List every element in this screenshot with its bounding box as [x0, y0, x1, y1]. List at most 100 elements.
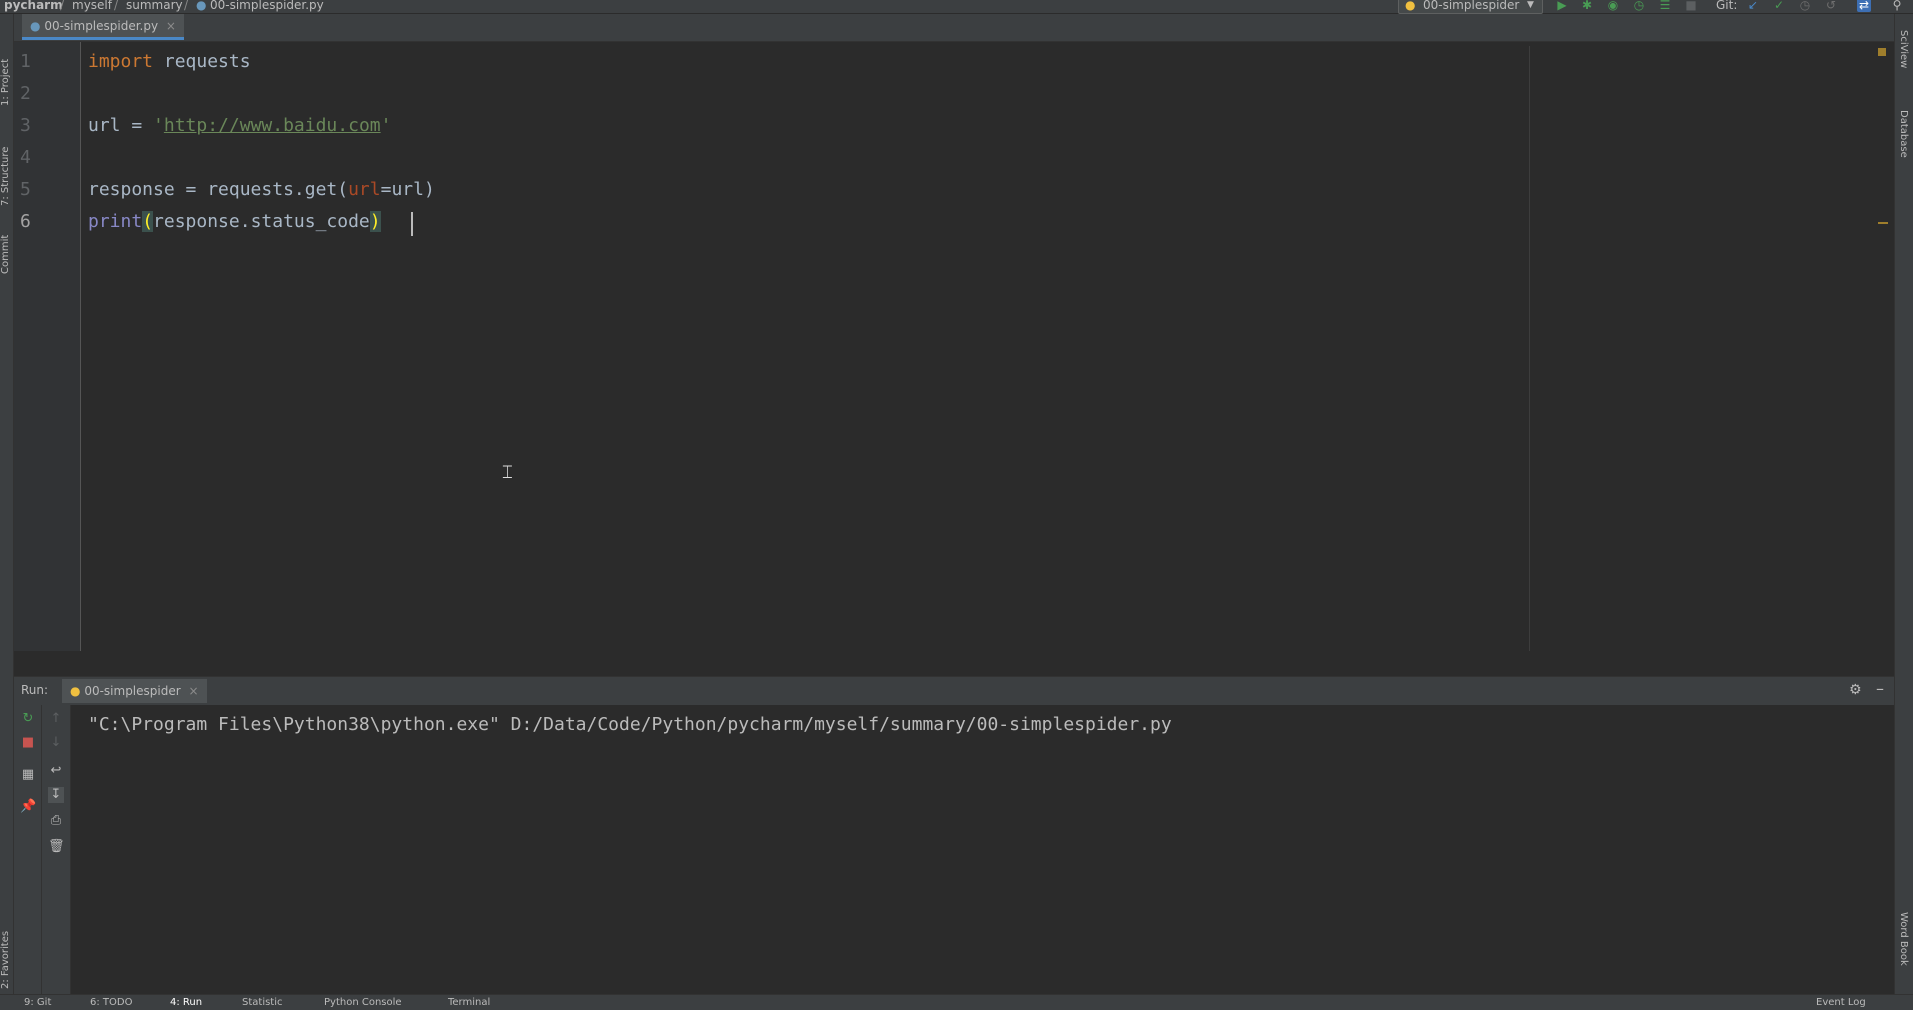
debug-icon[interactable]: ✱ [1580, 0, 1594, 12]
editor-tab-bar: ● 00-simplespider.py × [14, 14, 1894, 42]
python-file-icon: ● [196, 0, 207, 12]
git-history-icon[interactable]: ◷ [1798, 0, 1812, 12]
run-console[interactable]: "C:\Program Files\Python38\python.exe" D… [71, 705, 1894, 994]
right-margin-guide [1529, 46, 1530, 651]
stop-icon[interactable]: ■ [1684, 0, 1698, 12]
python-config-icon: ● [1405, 0, 1416, 12]
editor-tab-label: 00-simplespider.py [44, 19, 159, 33]
mouse-ibeam-cursor-icon: ⌶ [502, 462, 513, 483]
left-tool-strip: 1: Project 7: Structure Commit 2: Favori… [0, 14, 14, 994]
wordbook-tool-button[interactable]: Word Book [1898, 912, 1909, 966]
inspection-status-icon[interactable] [1878, 48, 1886, 56]
bracket-highlight: ) [369, 211, 381, 232]
scrollbar-marker[interactable] [1878, 222, 1888, 224]
breadcrumb-separator: / [184, 0, 189, 12]
string-quote: ' [153, 115, 164, 136]
code-text: =url) [380, 179, 435, 200]
line-number: 2 [20, 83, 31, 104]
run-label: Run: [21, 683, 49, 697]
sciview-tool-button[interactable]: SciView [1898, 30, 1909, 68]
scroll-to-end-icon[interactable]: ↧ [48, 787, 64, 803]
breadcrumb-separator: / [60, 0, 65, 12]
rerun-icon[interactable]: ↻ [20, 711, 36, 727]
stop-icon[interactable]: ■ [20, 735, 36, 751]
run-icon[interactable]: ▶ [1555, 0, 1569, 12]
keyword-import: import [88, 51, 154, 72]
event-log-button[interactable]: Event Log [1816, 997, 1866, 1008]
git-label: Git: [1716, 0, 1738, 12]
gear-icon[interactable]: ⚙ [1849, 682, 1862, 698]
right-tool-strip: SciView Database Word Book [1894, 14, 1913, 994]
run-tab-label: 00-simplespider [84, 684, 181, 698]
console-output-line: "C:\Program Files\Python38\python.exe" D… [88, 714, 1172, 735]
trash-icon[interactable]: 🗑 [48, 839, 65, 855]
code-editor[interactable]: import requests url = 'http://www.baidu.… [81, 42, 1874, 651]
close-icon[interactable]: × [189, 684, 199, 698]
string-url-link[interactable]: http://www.baidu.com [164, 115, 381, 136]
todo-tool-button[interactable]: 6: TODO [90, 997, 132, 1008]
project-tool-button[interactable]: 1: Project [0, 28, 13, 106]
code-text: requests [153, 51, 251, 72]
commit-tool-button[interactable]: Commit [0, 214, 13, 274]
git-rollback-icon[interactable]: ↺ [1824, 0, 1838, 12]
git-tool-button[interactable]: 9: Git [24, 997, 51, 1008]
coverage-icon[interactable]: ◉ [1606, 0, 1620, 12]
editor-tab-simplespider[interactable]: ● 00-simplespider.py × [22, 14, 184, 40]
statistic-tool-button[interactable]: Statistic [242, 997, 283, 1008]
run-tab-simplespider[interactable]: ● 00-simplespider × [62, 679, 207, 703]
search-icon[interactable]: ⚲ [1890, 0, 1904, 12]
run-tool-window-header: Run: ● 00-simplespider × ⚙ – [14, 676, 1894, 706]
soft-wrap-icon[interactable]: ↩ [48, 763, 64, 779]
code-text: response = requests.get( [88, 179, 349, 200]
arrow-up-icon[interactable]: ↑ [48, 711, 64, 727]
navigation-bar: pycharm / myself / summary / ● 00-simple… [0, 0, 1913, 14]
concurrency-icon[interactable]: ☰ [1658, 0, 1672, 12]
close-icon[interactable]: × [166, 19, 176, 33]
line-number: 5 [20, 179, 31, 200]
editor-gutter: 1 2 3 4 5 6 [14, 42, 81, 651]
breadcrumb-file[interactable]: 00-simplespider.py [210, 0, 324, 12]
bracket-highlight: ( [142, 211, 154, 232]
text-caret [411, 212, 413, 236]
code-line-6: print(response.status_code) [88, 206, 381, 238]
breadcrumb-folder-summary[interactable]: summary [126, 0, 183, 12]
bottom-tool-strip: 9: Git 6: TODO 4: Run Statistic Python C… [0, 994, 1913, 1010]
run-configuration-select[interactable]: ● 00-simplespider ▼ [1398, 0, 1543, 14]
git-commit-icon[interactable]: ✓ [1772, 0, 1786, 12]
structure-tool-button[interactable]: 7: Structure [0, 114, 13, 206]
code-text: response.status_code [153, 211, 370, 232]
breadcrumb-folder-myself[interactable]: myself [72, 0, 112, 12]
named-parameter: url [348, 179, 381, 200]
python-file-icon: ● [30, 19, 41, 33]
run-toolbar-secondary: ↑ ↓ ↩ ↧ ⎙ 🗑 [42, 705, 71, 994]
breadcrumb-separator: / [114, 0, 119, 12]
run-toolbar-primary: ↻ ■ ▦ 📌 [14, 705, 42, 994]
layout-icon[interactable]: ▦ [20, 767, 36, 783]
terminal-tool-button[interactable]: Terminal [448, 997, 490, 1008]
code-line-1: import requests [88, 46, 251, 78]
pin-icon[interactable]: 📌 [20, 799, 36, 815]
line-number: 1 [20, 51, 31, 72]
minimize-icon[interactable]: – [1876, 679, 1884, 698]
line-number: 4 [20, 147, 31, 168]
code-line-3: url = 'http://www.baidu.com' [88, 110, 391, 142]
chevron-down-icon: ▼ [1527, 0, 1534, 10]
favorites-tool-button[interactable]: 2: Favorites [0, 909, 13, 989]
string-quote: ' [380, 115, 392, 136]
run-configuration-label: 00-simplespider [1423, 0, 1520, 12]
python-config-icon: ● [70, 684, 81, 698]
database-tool-button[interactable]: Database [1898, 110, 1909, 158]
print-icon[interactable]: ⎙ [48, 813, 64, 829]
builtin-print: print [88, 211, 143, 232]
arrow-down-icon[interactable]: ↓ [48, 735, 64, 751]
code-text: url = [88, 115, 154, 136]
code-line-5: response = requests.get(url=url) [88, 174, 435, 206]
run-tool-button[interactable]: 4: Run [170, 997, 202, 1008]
breadcrumb-project[interactable]: pycharm [4, 0, 63, 12]
python-console-tool-button[interactable]: Python Console [324, 997, 402, 1008]
line-number: 3 [20, 115, 31, 136]
line-number-current: 6 [20, 211, 31, 232]
git-update-icon[interactable]: ↙ [1746, 0, 1760, 12]
translate-icon[interactable]: ⇄ [1857, 0, 1871, 12]
profile-icon[interactable]: ◷ [1632, 0, 1646, 12]
